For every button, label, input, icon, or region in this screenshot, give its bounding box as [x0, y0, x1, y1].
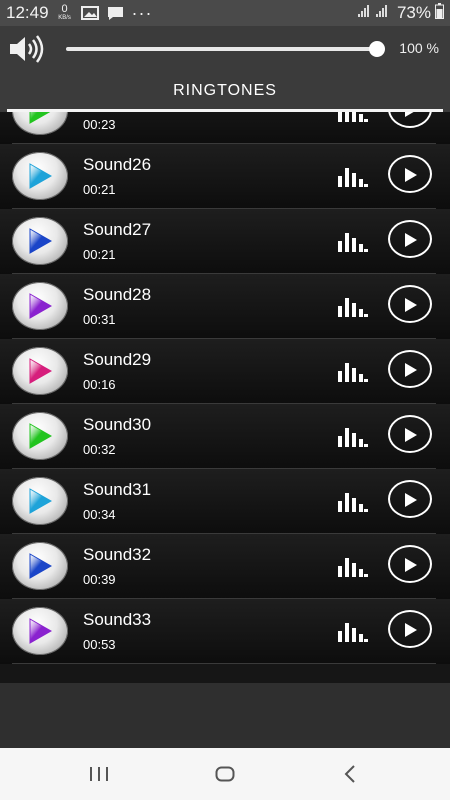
equalizer-icon[interactable] — [338, 295, 368, 322]
ringtone-disc-icon[interactable] — [12, 217, 68, 265]
equalizer-icon[interactable] — [338, 165, 368, 192]
ringtone-row[interactable]: Sound30 00:32 — [0, 404, 450, 469]
ringtone-disc-icon[interactable] — [12, 112, 68, 135]
ringtone-duration: 00:21 — [83, 247, 116, 262]
home-icon[interactable] — [215, 766, 235, 787]
battery-icon — [435, 2, 444, 24]
volume-control: 100 % — [0, 26, 450, 72]
ringtone-duration: 00:31 — [83, 312, 116, 327]
ringtone-disc-icon[interactable] — [12, 282, 68, 330]
ringtone-disc-icon[interactable] — [12, 152, 68, 200]
play-button[interactable] — [388, 415, 432, 453]
play-icon — [405, 428, 417, 442]
ringtone-row[interactable]: Sound31 00:34 — [0, 469, 450, 534]
recent-apps-icon[interactable] — [89, 766, 109, 787]
ringtone-row[interactable]: Sound32 00:39 — [0, 534, 450, 599]
play-button[interactable] — [388, 610, 432, 648]
ringtone-disc-icon[interactable] — [12, 542, 68, 590]
message-notification-icon — [107, 6, 124, 21]
play-icon — [405, 233, 417, 247]
ringtone-duration: 00:53 — [83, 637, 116, 652]
ringtone-row[interactable]: Sound2500:23 — [0, 112, 450, 144]
ringtone-disc-icon[interactable] — [12, 347, 68, 395]
ringtone-duration: 00:23 — [83, 117, 116, 132]
signal-icon — [357, 4, 371, 23]
ringtone-duration: 00:39 — [83, 572, 116, 587]
status-time: 12:49 — [6, 3, 49, 22]
ringtone-title: Sound32 — [83, 545, 152, 564]
equalizer-icon[interactable] — [338, 620, 368, 647]
ringtone-disc-icon[interactable] — [12, 607, 68, 655]
tab-header: RINGTONES — [0, 72, 450, 112]
ringtone-duration: 00:34 — [83, 507, 116, 522]
ringtone-row[interactable]: Sound28 00:31 — [0, 274, 450, 339]
page-title[interactable]: RINGTONES — [0, 82, 450, 100]
play-icon — [405, 112, 414, 117]
play-button[interactable] — [388, 112, 432, 128]
ringtone-duration: 00:21 — [83, 182, 116, 197]
play-button[interactable] — [388, 220, 432, 258]
net-speed-value: 0 — [61, 3, 68, 15]
ringtone-disc-icon[interactable] — [12, 412, 68, 460]
ringtone-title: Sound26 — [83, 155, 152, 174]
volume-slider-track[interactable] — [66, 47, 378, 51]
play-button[interactable] — [388, 545, 432, 583]
status-bar: 12:49 0 KB/s ··· 73% — [0, 0, 450, 26]
volume-percent-label: 100 % — [399, 40, 439, 56]
ringtone-disc-icon[interactable] — [12, 477, 68, 525]
row-divider — [12, 663, 436, 664]
empty-area — [0, 683, 450, 748]
ringtone-row[interactable]: Sound29 00:16 — [0, 339, 450, 404]
ringtone-row[interactable]: Sound27 00:21 — [0, 209, 450, 274]
play-button[interactable] — [388, 155, 432, 193]
play-button[interactable] — [388, 285, 432, 323]
ringtone-row[interactable]: Sound33 00:53 — [0, 599, 450, 664]
play-button[interactable] — [388, 350, 432, 388]
gallery-notification-icon — [80, 6, 99, 20]
speaker-icon[interactable] — [9, 35, 45, 68]
ringtone-title: Sound27 — [83, 220, 152, 239]
net-speed-indicator: 0 KB/s — [57, 4, 73, 22]
equalizer-icon[interactable] — [338, 360, 368, 387]
more-notifications-icon: ··· — [131, 2, 153, 23]
ringtone-duration: 00:32 — [83, 442, 116, 457]
back-icon[interactable] — [343, 765, 357, 788]
signal-icon-2 — [375, 4, 389, 23]
play-button[interactable] — [388, 480, 432, 518]
play-icon — [405, 623, 417, 637]
volume-slider-thumb[interactable] — [369, 41, 385, 57]
ringtone-title: Sound30 — [83, 415, 152, 434]
equalizer-icon[interactable] — [338, 555, 368, 582]
play-icon — [405, 558, 417, 572]
play-icon — [405, 363, 417, 377]
ringtone-list[interactable]: Sound2500:23Sound2600:21Sound2700:21Soun… — [0, 112, 450, 683]
equalizer-icon[interactable] — [338, 425, 368, 452]
battery-percent: 73% — [396, 3, 431, 22]
equalizer-icon[interactable] — [338, 490, 368, 517]
system-nav-bar — [0, 748, 450, 800]
ringtone-title: Sound29 — [83, 350, 152, 369]
play-icon — [405, 298, 417, 312]
ringtone-title: Sound28 — [83, 285, 152, 304]
ringtone-title: Sound33 — [83, 610, 152, 629]
ringtone-title: Sound31 — [83, 480, 152, 499]
play-icon — [405, 168, 417, 182]
ringtone-row[interactable]: Sound26 00:21 — [0, 144, 450, 209]
equalizer-icon[interactable] — [338, 230, 368, 257]
equalizer-icon[interactable] — [338, 112, 368, 127]
ringtone-duration: 00:16 — [83, 377, 116, 392]
play-icon — [405, 493, 417, 507]
net-speed-unit: KB/s — [58, 15, 71, 21]
